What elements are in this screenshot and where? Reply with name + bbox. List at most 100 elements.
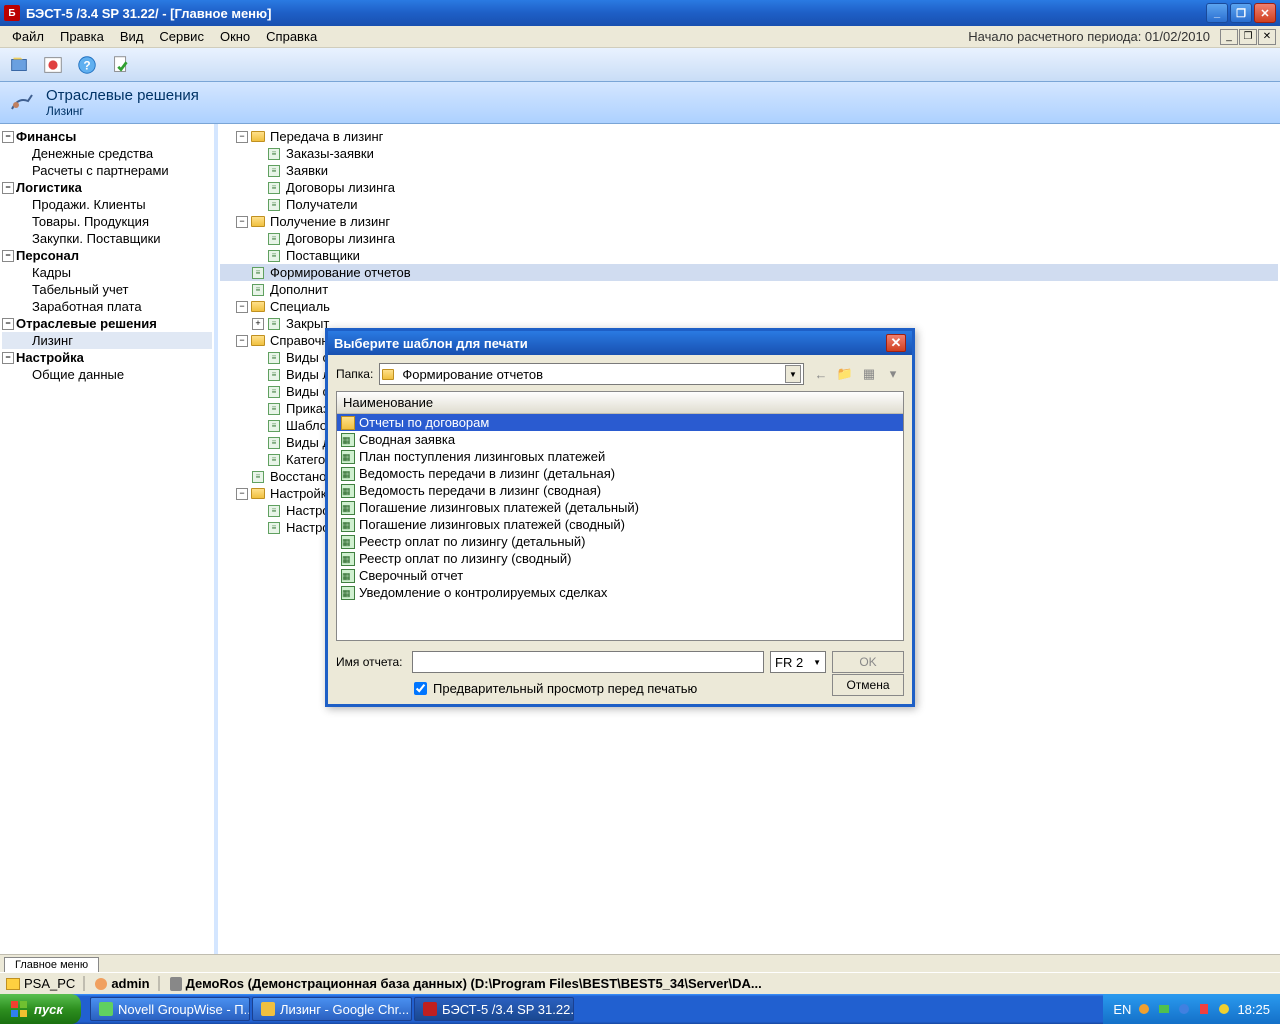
tree-item[interactable]: −Отраслевые решения bbox=[2, 315, 212, 332]
tree-item[interactable]: −Настройка bbox=[2, 349, 212, 366]
menu-file[interactable]: Файл bbox=[4, 27, 52, 46]
nav-up-icon[interactable]: 📁 bbox=[834, 364, 856, 384]
nav-back-icon[interactable]: ← bbox=[810, 364, 832, 384]
tree-item[interactable]: Формирование отчетов bbox=[220, 264, 1278, 281]
document-icon bbox=[266, 233, 282, 245]
nav-more-icon[interactable]: ▾ bbox=[882, 364, 904, 384]
tree-item[interactable]: Заявки bbox=[220, 162, 1278, 179]
list-item[interactable]: Ведомость передачи в лизинг (детальная) bbox=[337, 465, 903, 482]
help-icon[interactable]: ? bbox=[72, 51, 102, 79]
menu-help[interactable]: Справка bbox=[258, 27, 325, 46]
expander-icon[interactable]: − bbox=[2, 318, 14, 330]
tree-item[interactable]: Получатели bbox=[220, 196, 1278, 213]
menu-window[interactable]: Окно bbox=[212, 27, 258, 46]
tree-item[interactable]: −Передача в лизинг bbox=[220, 128, 1278, 145]
report-icon bbox=[341, 518, 355, 532]
lang-indicator[interactable]: EN bbox=[1113, 1002, 1131, 1017]
expander-icon[interactable]: + bbox=[252, 318, 264, 330]
tree-item[interactable]: Договоры лизинга bbox=[220, 230, 1278, 247]
expander-icon[interactable]: − bbox=[2, 131, 14, 143]
status-db: ДемоRos (Демонстрационная база данных) (… bbox=[168, 976, 1276, 991]
ok-button[interactable]: OK bbox=[832, 651, 904, 673]
taskbar: пуск Novell GroupWise - П...Лизинг - Goo… bbox=[0, 994, 1280, 1024]
document-icon bbox=[266, 369, 282, 381]
cancel-button[interactable]: Отмена bbox=[832, 674, 904, 696]
tree-item[interactable]: Товары. Продукция bbox=[2, 213, 212, 230]
expander-icon[interactable]: − bbox=[236, 335, 248, 347]
folder-icon bbox=[341, 416, 355, 430]
nav-view-icon[interactable]: ▦ bbox=[858, 364, 880, 384]
expander-icon[interactable]: − bbox=[236, 131, 248, 143]
app-icon bbox=[423, 1002, 437, 1016]
list-item[interactable]: Погашение лизинговых платежей (сводный) bbox=[337, 516, 903, 533]
tab-main-menu[interactable]: Главное меню bbox=[4, 957, 99, 972]
toolbar-btn-2[interactable] bbox=[38, 51, 68, 79]
expander-icon[interactable]: − bbox=[236, 216, 248, 228]
folder-combo[interactable]: Формирование отчетов ▼ bbox=[379, 363, 804, 385]
expander-icon[interactable]: − bbox=[2, 250, 14, 262]
toolbar-btn-1[interactable] bbox=[4, 51, 34, 79]
tree-item[interactable]: Денежные средства bbox=[2, 145, 212, 162]
taskbar-item[interactable]: БЭСТ-5 /3.4 SP 31.22... bbox=[414, 997, 574, 1021]
tree-item[interactable]: Заработная плата bbox=[2, 298, 212, 315]
expander-icon[interactable]: − bbox=[236, 301, 248, 313]
toolbar-btn-4[interactable] bbox=[106, 51, 136, 79]
tree-item[interactable]: −Финансы bbox=[2, 128, 212, 145]
tree-item[interactable]: Лизинг bbox=[2, 332, 212, 349]
list-item[interactable]: Ведомость передачи в лизинг (сводная) bbox=[337, 482, 903, 499]
tree-item[interactable]: Договоры лизинга bbox=[220, 179, 1278, 196]
folder-combo-value: Формирование отчетов bbox=[402, 367, 543, 382]
tree-item[interactable]: Заказы-заявки bbox=[220, 145, 1278, 162]
list-item[interactable]: Реестр оплат по лизингу (сводный) bbox=[337, 550, 903, 567]
tree-item[interactable]: Закупки. Поставщики bbox=[2, 230, 212, 247]
list-item[interactable]: Сводная заявка bbox=[337, 431, 903, 448]
format-combo[interactable]: FR 2 ▼ bbox=[770, 651, 826, 673]
tree-item[interactable]: −Логистика bbox=[2, 179, 212, 196]
menu-edit[interactable]: Правка bbox=[52, 27, 112, 46]
tray-icon-2[interactable] bbox=[1157, 1002, 1171, 1016]
minimize-button[interactable]: _ bbox=[1206, 3, 1228, 23]
mdi-close-button[interactable]: ✕ bbox=[1258, 29, 1276, 45]
tray-icon-4[interactable] bbox=[1197, 1002, 1211, 1016]
expander-icon[interactable]: − bbox=[2, 352, 14, 364]
tree-item[interactable]: −Специаль bbox=[220, 298, 1278, 315]
tree-item[interactable]: −Персонал bbox=[2, 247, 212, 264]
menu-service[interactable]: Сервис bbox=[151, 27, 212, 46]
expander-icon[interactable]: − bbox=[2, 182, 14, 194]
tray-icon-1[interactable] bbox=[1137, 1002, 1151, 1016]
list-item[interactable]: Погашение лизинговых платежей (детальный… bbox=[337, 499, 903, 516]
mdi-restore-button[interactable]: ❐ bbox=[1239, 29, 1257, 45]
column-header[interactable]: Наименование bbox=[337, 392, 903, 414]
maximize-button[interactable]: ❐ bbox=[1230, 3, 1252, 23]
taskbar-item[interactable]: Лизинг - Google Chr... bbox=[252, 997, 412, 1021]
tree-item[interactable]: −Получение в лизинг bbox=[220, 213, 1278, 230]
tree-item[interactable]: Дополнит bbox=[220, 281, 1278, 298]
list-item[interactable]: Отчеты по договорам bbox=[337, 414, 903, 431]
list-item[interactable]: Реестр оплат по лизингу (детальный) bbox=[337, 533, 903, 550]
list-item[interactable]: План поступления лизинговых платежей bbox=[337, 448, 903, 465]
chevron-down-icon[interactable]: ▼ bbox=[785, 365, 801, 383]
windows-logo-icon bbox=[10, 1000, 28, 1018]
start-button[interactable]: пуск bbox=[0, 994, 81, 1024]
tray-icon-3[interactable] bbox=[1177, 1002, 1191, 1016]
mdi-minimize-button[interactable]: _ bbox=[1220, 29, 1238, 45]
clock[interactable]: 18:25 bbox=[1237, 1002, 1270, 1017]
list-item[interactable]: Уведомление о контролируемых сделках bbox=[337, 584, 903, 601]
dialog-close-button[interactable]: ✕ bbox=[886, 334, 906, 352]
preview-checkbox[interactable] bbox=[414, 682, 427, 695]
tree-item[interactable]: Общие данные bbox=[2, 366, 212, 383]
tree-item[interactable]: Расчеты с партнерами bbox=[2, 162, 212, 179]
tree-item[interactable]: Поставщики bbox=[220, 247, 1278, 264]
close-button[interactable]: ✕ bbox=[1254, 3, 1276, 23]
tree-item[interactable]: Продажи. Клиенты bbox=[2, 196, 212, 213]
taskbar-item[interactable]: Novell GroupWise - П... bbox=[90, 997, 250, 1021]
expander-icon[interactable]: − bbox=[236, 488, 248, 500]
tray-icon-5[interactable] bbox=[1217, 1002, 1231, 1016]
app-icon: Б bbox=[4, 5, 20, 21]
tree-item[interactable]: Табельный учет bbox=[2, 281, 212, 298]
list-item[interactable]: Сверочный отчет bbox=[337, 567, 903, 584]
report-name-input[interactable] bbox=[412, 651, 764, 673]
document-icon bbox=[250, 471, 266, 483]
tree-item[interactable]: Кадры bbox=[2, 264, 212, 281]
menu-view[interactable]: Вид bbox=[112, 27, 152, 46]
